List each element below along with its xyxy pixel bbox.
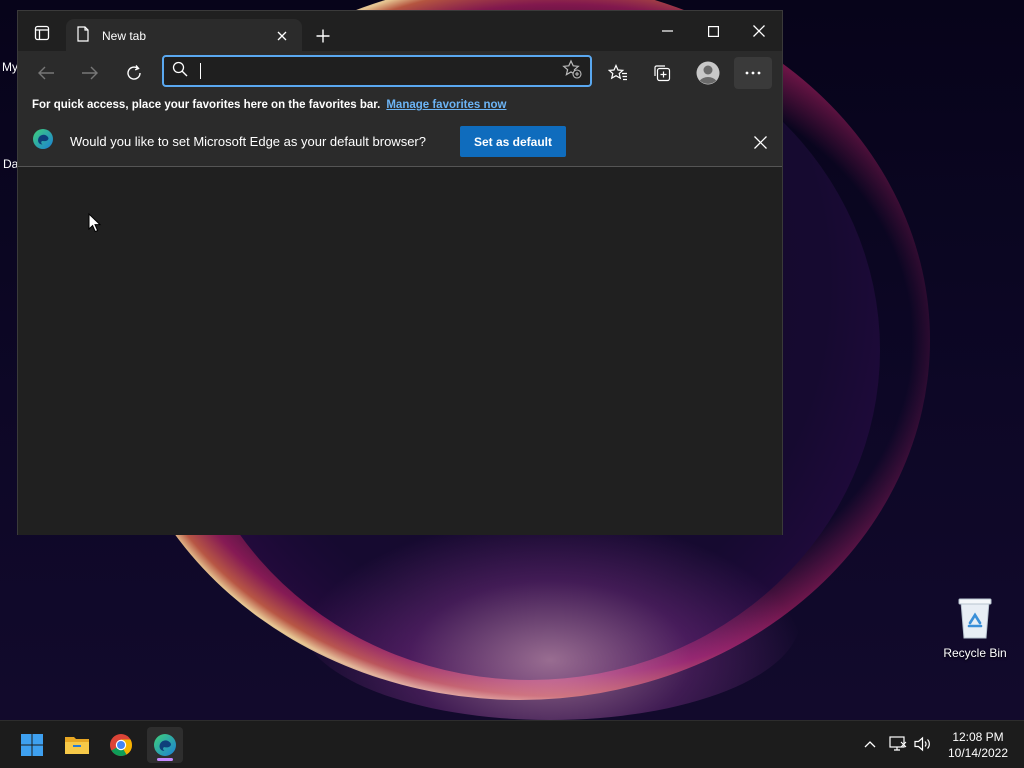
title-bar[interactable]: New tab	[18, 11, 782, 53]
clock-time: 12:08 PM	[952, 730, 1004, 744]
file-explorer-icon	[65, 737, 89, 754]
infobar-close-button[interactable]	[750, 132, 770, 152]
recycle-bin[interactable]: Recycle Bin	[939, 596, 1011, 660]
set-as-default-button[interactable]: Set as default	[460, 126, 566, 157]
settings-and-more-button[interactable]	[734, 57, 772, 89]
tab-actions-button[interactable]	[26, 21, 58, 49]
clock[interactable]: 12:08 PM 10/14/2022	[940, 729, 1016, 761]
edge-taskbar-button[interactable]	[147, 727, 183, 763]
close-window-button[interactable]	[736, 11, 782, 51]
plus-icon	[316, 29, 330, 43]
infobar-message: Would you like to set Microsoft Edge as …	[70, 134, 426, 149]
file-explorer-button[interactable]	[59, 727, 95, 763]
chevron-up-icon	[864, 741, 876, 748]
search-icon	[172, 61, 188, 82]
favorites-bar-message: For quick access, place your favorites h…	[32, 99, 381, 111]
network-button[interactable]	[887, 733, 909, 755]
minimize-button[interactable]	[644, 11, 690, 51]
manage-favorites-link[interactable]: Manage favorites now	[386, 99, 506, 111]
navigation-toolbar	[18, 51, 782, 93]
windows-start-icon	[21, 734, 43, 756]
chrome-icon	[110, 734, 132, 756]
edge-browser-window[interactable]: New tab For quick access, place your fav…	[17, 10, 783, 535]
more-icon	[745, 71, 761, 75]
maximize-icon	[707, 25, 719, 37]
taskbar: 12:08 PM 10/14/2022	[0, 720, 1024, 768]
show-hidden-icons-button[interactable]	[859, 733, 881, 755]
clock-date: 10/14/2022	[947, 746, 1009, 760]
favorites-button[interactable]	[602, 57, 634, 89]
add-favorite-icon	[562, 59, 582, 79]
recycle-bin-label: Recycle Bin	[943, 646, 1007, 660]
close-icon	[753, 135, 767, 149]
default-browser-infobar: Would you like to set Microsoft Edge as …	[18, 117, 782, 167]
forward-button[interactable]	[74, 57, 106, 89]
back-button[interactable]	[30, 57, 62, 89]
start-button[interactable]	[14, 727, 50, 763]
volume-icon	[914, 736, 930, 752]
mouse-pointer-icon	[88, 212, 102, 237]
active-app-indicator	[157, 758, 173, 761]
page-content-area[interactable]	[18, 168, 782, 535]
back-arrow-icon	[38, 66, 54, 80]
refresh-button[interactable]	[118, 57, 150, 89]
refresh-icon	[127, 65, 141, 80]
close-icon	[277, 31, 287, 41]
desktop-icon-label-partial[interactable]: My	[2, 60, 18, 74]
edge-logo-icon	[154, 734, 176, 756]
collections-icon	[654, 65, 671, 82]
close-icon	[753, 25, 765, 37]
network-icon	[889, 736, 907, 751]
profile-button[interactable]	[692, 57, 724, 89]
tab-title: New tab	[102, 29, 147, 43]
favorites-icon	[608, 64, 627, 81]
collections-button[interactable]	[646, 57, 678, 89]
edge-logo-icon	[32, 128, 54, 155]
page-icon	[76, 25, 90, 47]
address-input[interactable]	[201, 59, 562, 83]
add-favorite-button[interactable]	[562, 59, 582, 84]
tab-actions-icon	[34, 25, 50, 46]
minimize-icon	[661, 30, 673, 32]
profile-icon	[696, 61, 720, 85]
new-tab-button[interactable]	[310, 23, 336, 49]
tab-new-tab[interactable]: New tab	[66, 19, 302, 53]
chrome-button[interactable]	[103, 727, 139, 763]
volume-button[interactable]	[912, 733, 934, 755]
address-bar[interactable]	[162, 55, 592, 87]
tab-close-button[interactable]	[272, 26, 292, 46]
wallpaper-haze	[300, 520, 800, 720]
favorites-bar: For quick access, place your favorites h…	[18, 93, 782, 117]
maximize-button[interactable]	[690, 11, 736, 51]
forward-arrow-icon	[82, 66, 98, 80]
recycle-bin-icon	[955, 596, 995, 640]
